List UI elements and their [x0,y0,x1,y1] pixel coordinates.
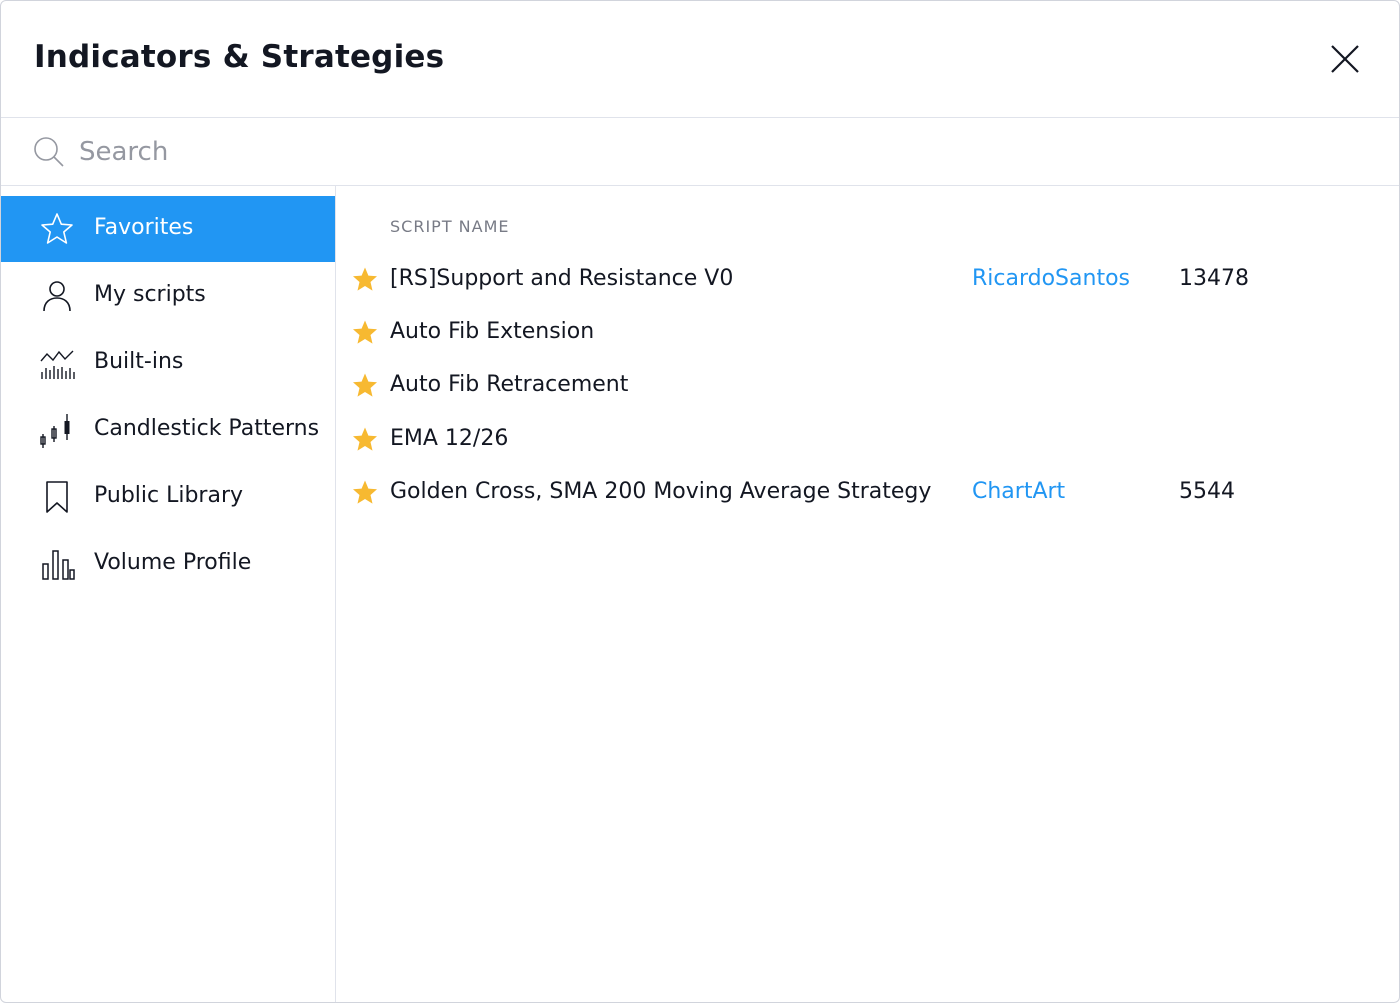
sidebar-item-public-library[interactable]: Public Library [1,464,335,530]
script-author-link[interactable]: RicardoSantos [972,266,1130,291]
script-name: [RS]Support and Resistance V0 [390,266,734,291]
search-bar [1,118,1399,186]
list-item[interactable]: EMA 12/26 [336,413,1399,466]
star-outline-icon [41,213,73,244]
column-header-script-name: SCRIPT NAME [390,217,510,236]
favorite-star-icon[interactable] [351,372,379,400]
script-name: Golden Cross, SMA 200 Moving Average Str… [390,479,935,504]
script-name: EMA 12/26 [390,426,509,451]
dialog-header: Indicators & Strategies [1,1,1399,118]
script-name: Auto Fib Retracement [390,372,629,397]
sidebar-item-volume-profile[interactable]: Volume Profile [1,531,335,597]
close-button[interactable] [1327,41,1363,77]
script-likes-count: 5544 [1179,479,1235,504]
sidebar: Favorites My scripts Built-ins Candlesti… [1,186,336,1002]
built-ins-chart-icon [40,350,75,379]
favorite-star-icon[interactable] [351,319,379,347]
script-name: Auto Fib Extension [390,319,595,344]
sidebar-item-label: My scripts [94,282,206,307]
volume-profile-icon [42,550,75,580]
dialog-title: Indicators & Strategies [34,39,445,75]
sidebar-item-my-scripts[interactable]: My scripts [1,263,335,329]
candlestick-icon [40,414,70,448]
sidebar-item-label: Candlestick Patterns [94,416,320,441]
favorite-star-icon[interactable] [351,426,379,454]
user-icon [43,281,71,312]
sidebar-item-candlestick-patterns[interactable]: Candlestick Patterns [1,397,335,463]
indicators-dialog: Indicators & Strategies Favorites [0,0,1400,1003]
sidebar-item-built-ins[interactable]: Built-ins [1,330,335,396]
sidebar-item-label: Favorites [94,215,194,240]
sidebar-item-label: Built-ins [94,349,184,374]
list-item[interactable]: [RS]Support and Resistance V0 RicardoSan… [336,253,1399,306]
list-item[interactable]: Auto Fib Retracement [336,359,1399,412]
sidebar-item-label: Public Library [94,483,244,508]
favorite-star-icon[interactable] [351,266,379,294]
script-author-link[interactable]: ChartArt [972,479,1065,504]
search-icon [34,137,64,167]
close-icon [1331,45,1359,73]
list-item[interactable]: Golden Cross, SMA 200 Moving Average Str… [336,466,1399,519]
search-input[interactable] [79,132,1359,172]
bookmark-icon [46,481,68,513]
script-likes-count: 13478 [1179,266,1249,291]
sidebar-item-label: Volume Profile [94,550,252,575]
favorite-star-icon[interactable] [351,479,379,507]
list-item[interactable]: Auto Fib Extension [336,306,1399,359]
sidebar-item-favorites[interactable]: Favorites [1,196,335,262]
scripts-list: SCRIPT NAME [RS]Support and Resistance V… [336,186,1399,1002]
